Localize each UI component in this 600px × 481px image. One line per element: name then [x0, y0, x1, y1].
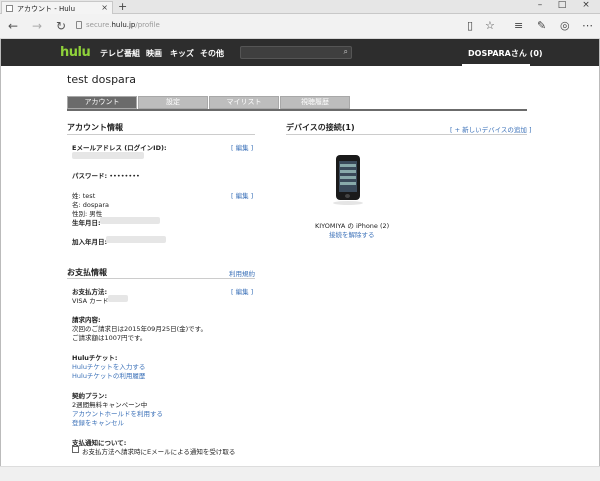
browser-tab[interactable]: アカウント - Hulu ×: [1, 1, 113, 14]
browser-titlebar: アカウント - Hulu × + – □ ×: [0, 0, 600, 14]
minimize-icon[interactable]: –: [530, 0, 550, 10]
joined-value-masked: [106, 236, 166, 243]
nav-tv[interactable]: テレビ番組: [100, 48, 140, 59]
birthday-label: 生年月日:: [72, 219, 101, 227]
card-number-masked: [108, 295, 128, 302]
page-footer: [0, 466, 600, 481]
window-close-icon[interactable]: ×: [576, 0, 596, 10]
email-notice-label: お支払方法へ請求時にEメールによる通知を受け取る: [82, 448, 236, 456]
nav-movies[interactable]: 映画: [146, 48, 162, 59]
profile-tabs: アカウント 設定 マイリスト 視聴履歴: [67, 96, 527, 109]
password-row: パスワード: ••••••••: [72, 172, 140, 180]
page-border-left: [0, 39, 1, 466]
devices-heading: デバイスの接続(1): [286, 123, 355, 132]
cancel-subscription-link[interactable]: 登録をキャンセル: [72, 417, 124, 427]
maximize-icon[interactable]: □: [552, 0, 572, 10]
edit-profile-link[interactable]: [ 編集 ]: [231, 190, 253, 200]
ticket-history-link[interactable]: Huluチケットの利用履歴: [72, 370, 145, 380]
edit-email-link[interactable]: [ 編集 ]: [231, 142, 253, 152]
hulu-logo[interactable]: hulu: [60, 45, 91, 60]
tabs-underline: [67, 109, 527, 111]
unlink-device-link[interactable]: 接続を解除する: [329, 229, 375, 239]
browser-navbar: ← → ↻ secure.hulu.jp/profile ▯ ☆ ≡ ✎ ◎ ⋯: [0, 14, 600, 39]
favorite-star-icon[interactable]: ☆: [485, 19, 495, 33]
tab-settings[interactable]: 設定: [138, 96, 208, 109]
iphone-image: [336, 155, 360, 200]
hub-icon[interactable]: ≡: [514, 19, 523, 33]
user-menu-underline: [462, 64, 530, 66]
nav-kids[interactable]: キッズ: [170, 48, 194, 59]
joined-label: 加入年月日:: [72, 238, 108, 246]
birthday-value-masked: [100, 217, 160, 224]
email-notice-checkbox[interactable]: [72, 446, 79, 453]
iphone-shadow: [333, 201, 363, 205]
tab-title: アカウント - Hulu: [17, 5, 76, 13]
back-icon[interactable]: ←: [8, 19, 18, 33]
lock-icon: [76, 21, 82, 29]
web-note-icon[interactable]: ✎: [537, 19, 546, 33]
page-icon: [6, 5, 13, 12]
tab-mylist[interactable]: マイリスト: [209, 96, 279, 109]
tab-history[interactable]: 視聴履歴: [280, 96, 350, 109]
refresh-icon[interactable]: ↻: [56, 19, 66, 33]
payment-divider: [67, 278, 255, 279]
new-tab-button[interactable]: +: [118, 0, 127, 13]
terms-link[interactable]: 利用規約: [229, 268, 255, 278]
user-menu[interactable]: DOSPARAさん (0): [468, 48, 543, 59]
site-header: hulu テレビ番組 映画 キッズ その他 ⌕ DOSPARAさん (0): [0, 39, 600, 66]
payment-heading: お支払情報: [67, 268, 107, 277]
edit-payment-link[interactable]: [ 編集 ]: [231, 286, 253, 296]
devices-divider: [286, 134, 527, 135]
share-icon[interactable]: ◎: [560, 19, 570, 33]
tab-account[interactable]: アカウント: [67, 96, 137, 109]
email-value-masked: [72, 152, 144, 159]
account-heading: アカウント情報: [67, 123, 123, 132]
email-label: Eメールアドレス (ログインID):: [72, 144, 167, 152]
payment-method-value: VISA カード: [72, 297, 109, 305]
account-divider: [67, 134, 255, 135]
close-tab-icon[interactable]: ×: [101, 3, 108, 12]
search-input[interactable]: ⌕: [240, 46, 352, 59]
billing-amount: ご請求額は1007円です。: [72, 334, 147, 342]
reading-view-icon[interactable]: ▯: [467, 19, 473, 33]
nav-other[interactable]: その他: [200, 48, 224, 59]
page-title: test dospara: [67, 73, 137, 86]
more-icon[interactable]: ⋯: [582, 19, 593, 33]
address-bar[interactable]: secure.hulu.jp/profile: [86, 21, 160, 29]
add-device-link[interactable]: [ + 新しいデバイスの追加 ]: [450, 124, 532, 134]
search-icon[interactable]: ⌕: [344, 47, 348, 57]
forward-icon[interactable]: →: [32, 19, 42, 33]
